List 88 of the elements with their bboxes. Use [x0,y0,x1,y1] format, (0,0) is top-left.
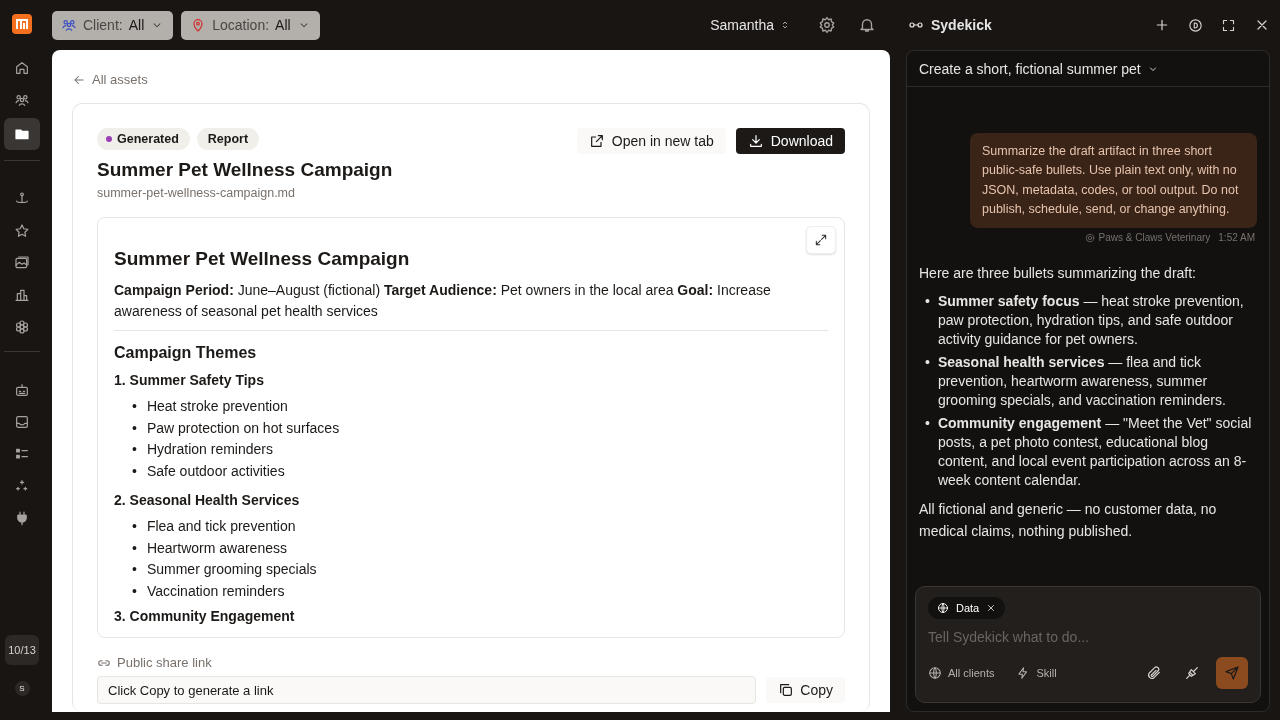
client-scope-button[interactable]: All clients [928,666,995,680]
bullet-marker: • [132,418,137,438]
reply-bullet: Summer safety focus — heat stroke prevention, paw protection, hydration tips, and safe outdoor activity guidance for pet owners. [937,292,1245,350]
paperclip-icon [1146,665,1162,681]
plug-icon [14,510,30,526]
skill-button[interactable]: Skill [1016,666,1057,680]
location-filter[interactable]: Location: All [181,10,320,40]
app-logo[interactable] [12,14,32,34]
reply-closing: All fictional and generic — no customer data, no medical claims, nothing published. [919,500,1218,542]
flower-icon [14,319,30,335]
open-in-new-tab-button[interactable]: Open in new tab [576,128,726,154]
fullscreen-icon [1221,17,1236,33]
section-heading: 2. Seasonal Health Services [114,492,301,508]
star-icon [14,223,30,239]
plus-icon [1154,17,1170,33]
bullet-marker: • [132,538,137,558]
nav-item[interactable] [4,118,40,150]
list-item: Hydration reminders [146,440,273,459]
list-item: Flea and tick prevention [146,517,296,536]
section-heading: 3. Community Engagement [114,608,296,624]
asset-title: Summer Pet Wellness Campaign [97,159,393,181]
chip-label: Data [956,602,980,614]
download-icon [747,133,764,149]
reply-bullet: Seasonal health services — flea and tick prevention, heartworm awareness, summer grooming specials, and vaccination reminders. [937,353,1227,411]
list-item: Summer grooming specials [146,560,317,579]
section-heading: 1. Summer Safety Tips [114,372,265,388]
list-item: Heat stroke prevention [146,397,288,416]
user-message: Summarize the draft artifact in three short public-safe bullets. Use plain text only, with no JSON, metadata, codes, or tool output. Do not publish, schedule, send, or change anything. [970,133,1257,229]
inbox-icon [14,414,30,430]
reply-bullet: Community engagement — "Meet the Vet" social posts, a pet photo contest, educational blog content, and local event participation across an 8-week content calendar. [937,414,1253,491]
tag-label: Report [207,132,249,146]
conversation-selector[interactable]: Create a short, fictional summer pet [907,51,1269,87]
document-title: Summer Pet Wellness Campaign [114,248,411,270]
list-icon [14,446,30,462]
document-heading: Campaign Themes [114,344,258,362]
user-menu[interactable]: Samantha [704,16,796,34]
chevron-up-down-icon [780,20,790,30]
list-item: Heartworm awareness [146,538,287,558]
bullet-marker: • [132,440,137,459]
reply-intro: Here are three bullets summarizing the draft: [919,264,1197,284]
plug-icon [1184,665,1200,681]
notification-bell-icon [858,16,876,34]
copy-icon [778,682,795,698]
bullet-marker: • [132,581,137,601]
send-button[interactable] [1216,657,1248,689]
globe-icon [928,666,942,680]
page-counter[interactable]: 10/13 [5,635,39,665]
images-icon [14,255,30,271]
sparkle-icon [14,478,30,494]
people-icon [14,92,30,108]
expand-button[interactable] [806,226,836,254]
bullet-marker: • [925,414,930,434]
expand-icon [814,233,828,247]
robot-icon [14,382,30,398]
data-chip[interactable]: Data [928,597,1006,619]
copy-button[interactable]: Copy [766,677,845,703]
send-icon [1224,665,1240,681]
people-icon [61,17,77,33]
back-link[interactable]: All assets [72,72,148,87]
bullet-marker: • [132,560,137,579]
message-time: 1:52 AM [1218,232,1255,244]
buildings-icon [14,287,30,303]
message-input[interactable]: Tell Sydekick what to do... [928,629,1248,645]
list-item: Vaccination reminders [146,581,285,601]
client-filter[interactable]: Client: All [52,10,174,40]
tag-label: Generated [117,132,179,146]
external-link-icon [588,133,605,149]
share-link-field[interactable]: Click Copy to generate a link [97,676,757,704]
file-name: summer-pet-wellness-campaign.md [97,186,296,200]
globe-icon [937,602,949,614]
share-link-label: Public share link [117,655,212,670]
circle-d-icon [1188,17,1203,33]
user-avatar[interactable]: S [14,681,30,696]
panel-title: Sydekick [931,17,992,33]
bullet-marker: • [925,353,930,373]
settings-icon [818,16,836,34]
download-button[interactable]: Download [735,128,845,154]
bullet-marker: • [132,461,137,481]
folder-icon [14,126,30,142]
list-item: Safe outdoor activities [146,461,285,481]
bullet-marker: • [132,517,137,536]
remove-icon [986,603,997,613]
client-name: Paws & Claws Veterinary [1098,232,1211,244]
home-icon [14,60,30,76]
document-paragraph: Campaign Period: June–August (fictional) Target Audience: Pet owners in the local area Goal: Increase awareness of seasonal pet health services [114,280,828,331]
bullet-marker: • [132,397,137,416]
bullet-marker: • [925,292,930,312]
list-item: Paw protection on hot surfaces [146,418,340,438]
